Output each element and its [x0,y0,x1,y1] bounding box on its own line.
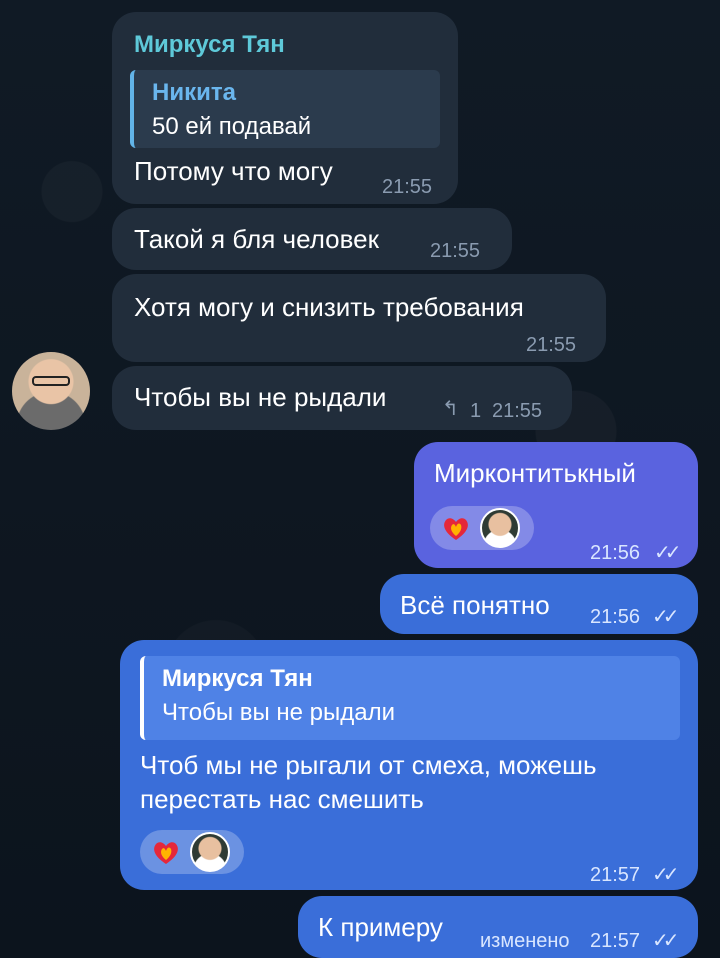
incoming-message[interactable]: Такой я бля человек 21:55 [112,208,512,270]
heart-fire-reaction-icon [154,842,178,864]
outgoing-message[interactable]: Мирконтитькный 21:56 ✓✓ [414,442,698,568]
reply-arrow-icon: ↰ [442,398,459,420]
message-text: Чтобы вы не рыдали [134,382,387,412]
message-text: Всё понятно [400,590,550,620]
reply-text: Чтобы вы не рыдали [162,699,396,726]
sender-name: Миркуся Тян [134,31,285,58]
reply-author: Миркуся Тян [162,665,313,692]
message-text: Мирконтитькный [434,458,636,488]
message-text: Хотя могу и снизить требования [134,292,524,322]
message-time: 21:55 [492,400,543,422]
message-text-line: перестать нас смешить [140,784,424,814]
outgoing-message[interactable]: К примеру изменено 21:57 ✓✓ [298,896,698,958]
glasses-detail [32,376,70,386]
message-time: 21:57 [590,864,641,886]
incoming-message[interactable]: Хотя могу и снизить требования 21:55 [112,274,606,362]
message-text: К примеру [318,912,443,942]
outgoing-message[interactable]: Всё понятно 21:56 ✓✓ [380,574,698,634]
double-check-icon: ✓✓ [652,606,679,628]
message-time: 21:55 [430,240,481,262]
reply-quote[interactable]: Миркуся Тян Чтобы вы не рыдали [140,656,680,740]
message-time: 21:56 [590,542,641,564]
double-check-icon: ✓✓ [652,864,679,886]
incoming-message[interactable]: Чтобы вы не рыдали ↰ 1 21:55 [112,366,572,430]
reactor-avatar [480,508,520,548]
incoming-message[interactable]: Миркуся Тян Никита 50 ей подавай Потому … [112,12,458,204]
heart-fire-reaction-icon [444,518,468,540]
double-check-icon: ✓✓ [654,542,681,564]
message-time: 21:55 [526,334,577,356]
sender-avatar[interactable] [12,352,90,430]
reactions-bar[interactable] [140,830,244,874]
double-check-icon: ✓✓ [652,930,679,952]
message-text: Такой я бля человек [134,224,379,254]
outgoing-message[interactable]: Миркуся Тян Чтобы вы не рыдали Чтоб мы н… [120,640,698,890]
message-time: 21:55 [382,176,433,198]
message-time: 21:56 [590,606,641,628]
reply-text: 50 ей подавай [152,113,312,140]
edited-label: изменено [480,930,570,952]
reactor-avatar [190,832,230,872]
reactions-bar[interactable] [430,506,534,550]
reply-count[interactable]: 1 [470,394,481,428]
message-text: Потому что могу [134,156,333,186]
reply-quote[interactable]: Никита 50 ей подавай [130,70,440,148]
reply-author: Никита [152,79,236,106]
message-text-line: Чтоб мы не рыгали от смеха, можешь [140,750,597,780]
message-time: 21:57 [590,930,641,952]
